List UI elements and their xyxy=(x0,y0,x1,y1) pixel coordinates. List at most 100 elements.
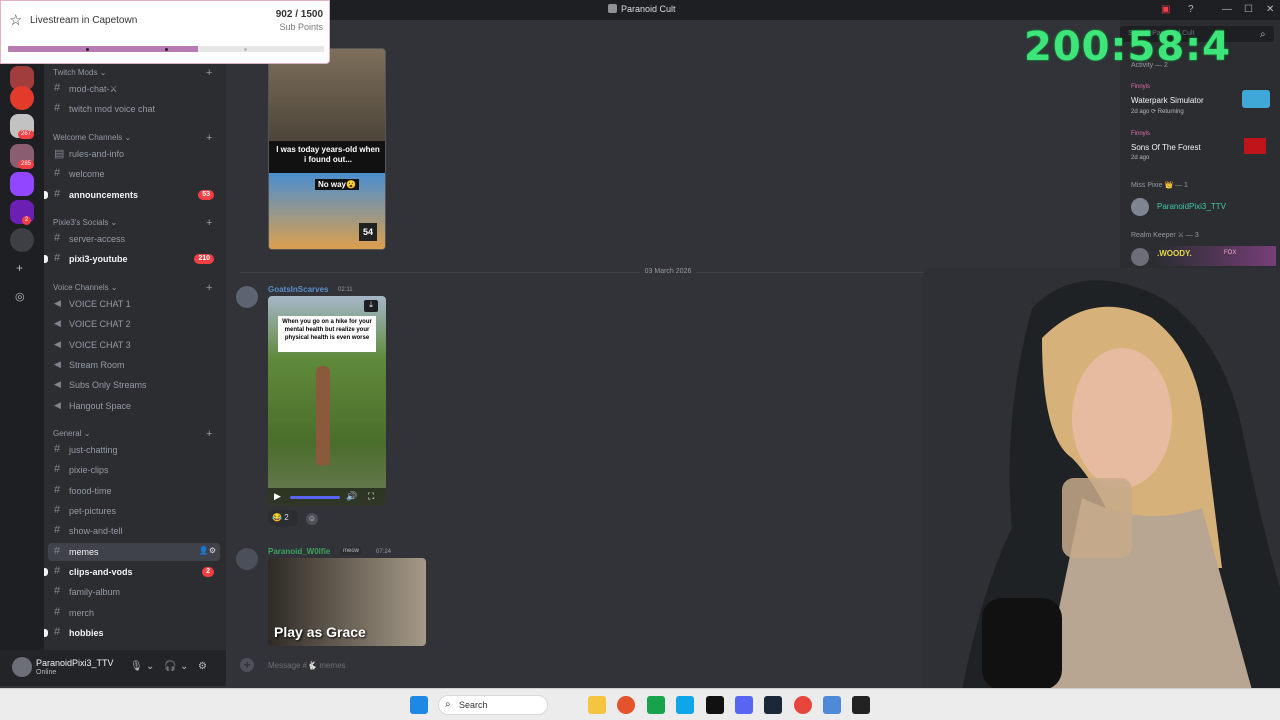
activity-game[interactable]: Sons Of The Forest xyxy=(1131,143,1201,152)
search-icon[interactable]: ⌕ xyxy=(1260,29,1266,40)
activity-user[interactable]: Finnyls xyxy=(1131,84,1150,90)
maximize-icon[interactable]: ☐ xyxy=(1244,4,1253,15)
voice-channel-1[interactable]: ◀ VOICE CHAT 1 xyxy=(48,295,220,313)
chevron-down-icon[interactable]: ⌄ xyxy=(180,661,188,672)
avatar[interactable] xyxy=(1131,198,1149,216)
fullscreen-icon[interactable]: ⛶ xyxy=(368,491,374,502)
video-progress[interactable] xyxy=(290,496,340,499)
discover-icon[interactable]: ◎ xyxy=(15,290,25,303)
notepad-icon[interactable] xyxy=(823,696,841,714)
channel-pet-pictures[interactable]: # pet-pictures xyxy=(48,502,220,520)
hash-icon: # xyxy=(54,606,61,618)
meme-image[interactable]: I was today years-old when i found out..… xyxy=(268,48,386,250)
channel-just-chatting[interactable]: # just-chatting xyxy=(48,441,220,459)
member-name[interactable]: ParanoidPixi3_TTV xyxy=(1157,202,1226,211)
message-author[interactable]: Paranoid_W0lfie xyxy=(268,547,330,556)
microphone xyxy=(982,598,1062,690)
add-reaction-icon[interactable]: ☺ xyxy=(306,513,318,525)
xbox-icon[interactable] xyxy=(647,696,665,714)
terminal-icon[interactable] xyxy=(706,696,724,714)
avatar[interactable] xyxy=(12,657,32,677)
message-author[interactable]: GoatsInScarves xyxy=(268,285,328,294)
windows-start-icon[interactable] xyxy=(410,696,428,714)
add-channel-icon[interactable]: + xyxy=(206,429,212,440)
message-timestamp: 07:24 xyxy=(376,549,392,555)
reaction-chip[interactable]: 😂 2 xyxy=(268,510,298,526)
unread-pill xyxy=(44,629,48,637)
close-icon[interactable]: ✕ xyxy=(1266,4,1274,15)
voice-channel-subs-only[interactable]: ◀ Subs Only Streams xyxy=(48,376,220,394)
category-socials[interactable]: Pixie3's Socials ⌄ xyxy=(53,218,117,227)
channel-family-album[interactable]: # family-album xyxy=(48,583,220,601)
channel-rules[interactable]: ▤ rules-and-info xyxy=(48,145,220,163)
play-icon[interactable]: ▶ xyxy=(274,491,281,502)
channel-pixie-clips[interactable]: # pixie-clips xyxy=(48,461,220,479)
member-name[interactable]: .WOODY. xyxy=(1157,249,1192,258)
category-welcome[interactable]: Welcome Channels ⌄ xyxy=(53,133,131,142)
avatar[interactable] xyxy=(236,548,258,570)
voice-channel-stream-room[interactable]: ◀ Stream Room xyxy=(48,356,220,374)
channel-clips-and-vods[interactable]: # clips-and-vods 2 xyxy=(44,563,220,581)
server-icon-7[interactable] xyxy=(10,228,34,252)
minimize-icon[interactable]: — xyxy=(1222,4,1232,15)
channel-memes[interactable]: # memes 👤⚙ xyxy=(48,543,220,561)
meme-image-2[interactable]: Play as Grace xyxy=(268,558,426,646)
channel-hobbies[interactable]: # hobbies xyxy=(44,624,220,642)
chevron-down-icon[interactable]: ⌄ xyxy=(146,661,154,672)
microphone-icon[interactable]: 🎙 xyxy=(130,661,143,672)
steam-icon[interactable] xyxy=(764,696,782,714)
server-icon xyxy=(608,4,617,13)
category-twitch-mods[interactable]: Twitch Mods ⌄ xyxy=(53,68,106,77)
search-icon: ⌕ xyxy=(445,699,451,710)
channel-server-access[interactable]: # server-access xyxy=(48,230,220,248)
speaker-icon: ◀ xyxy=(54,359,61,369)
add-server-icon[interactable]: + xyxy=(16,261,23,275)
capcut-icon[interactable] xyxy=(852,696,870,714)
activity-game[interactable]: Waterpark Simulator xyxy=(1131,96,1204,105)
settings-icon[interactable]: 👤⚙ xyxy=(199,546,216,555)
voice-channel-hangout[interactable]: ◀ Hangout Space xyxy=(48,397,220,415)
add-channel-icon[interactable]: + xyxy=(206,68,212,79)
channel-foood-time[interactable]: # foood-time xyxy=(48,482,220,500)
youtube-server-icon[interactable] xyxy=(10,86,34,110)
app-icon[interactable] xyxy=(617,696,635,714)
gear-icon[interactable]: ⚙ xyxy=(198,661,207,672)
add-channel-icon[interactable]: + xyxy=(206,283,212,294)
category-general[interactable]: General ⌄ xyxy=(53,429,90,438)
mention-badge: 2 xyxy=(202,567,214,577)
volume-icon[interactable]: 🔊 xyxy=(346,491,357,502)
channel-show-and-tell[interactable]: # show-and-tell xyxy=(48,522,220,540)
file-explorer-icon[interactable] xyxy=(588,696,606,714)
headphones-icon[interactable]: 🎧 xyxy=(164,661,176,672)
role-header: Realm Keeper ⚔ — 3 xyxy=(1131,232,1199,239)
inbox-icon[interactable]: ▣ xyxy=(1161,4,1170,15)
channel-mod-chat[interactable]: # mod-chat-⚔ xyxy=(48,80,220,98)
voice-channel-3[interactable]: ◀ VOICE CHAT 3 xyxy=(48,336,220,354)
voice-channel-2[interactable]: ◀ VOICE CHAT 2 xyxy=(48,315,220,333)
taskbar-search[interactable]: ⌕ Search xyxy=(438,695,548,715)
window-title: Paranoid Cult xyxy=(608,4,676,14)
help-icon[interactable]: ? xyxy=(1188,4,1194,15)
channel-welcome[interactable]: # welcome xyxy=(48,165,220,183)
chrome-icon[interactable] xyxy=(794,696,812,714)
activity-user[interactable]: Finnyls xyxy=(1131,131,1150,137)
add-channel-icon[interactable]: + xyxy=(206,133,212,144)
message-input[interactable]: Message #🐇 memes xyxy=(268,661,346,670)
video-embed[interactable]: When you go on a hike for your mental he… xyxy=(268,296,386,506)
download-icon[interactable]: ⤓ xyxy=(364,300,378,312)
face xyxy=(1072,348,1172,488)
avatar[interactable] xyxy=(236,286,258,308)
channel-twitch-mod-voice[interactable]: # twitch mod voice chat xyxy=(48,100,220,118)
channel-announcements[interactable]: # announcements 53 xyxy=(44,186,220,204)
hash-icon: # xyxy=(54,102,61,114)
meme-caption-2: No way😮 xyxy=(315,179,359,190)
avatar[interactable] xyxy=(1131,248,1149,266)
channel-merch[interactable]: # merch xyxy=(48,604,220,622)
channel-youtube[interactable]: # pixi3-youtube 210 xyxy=(44,250,220,268)
add-channel-icon[interactable]: + xyxy=(206,218,212,229)
twitch-server-icon[interactable] xyxy=(10,172,34,196)
app-icon[interactable] xyxy=(676,696,694,714)
category-voice[interactable]: Voice Channels ⌄ xyxy=(53,283,118,292)
attach-plus-icon[interactable]: + xyxy=(240,658,254,672)
discord-icon[interactable] xyxy=(735,696,753,714)
